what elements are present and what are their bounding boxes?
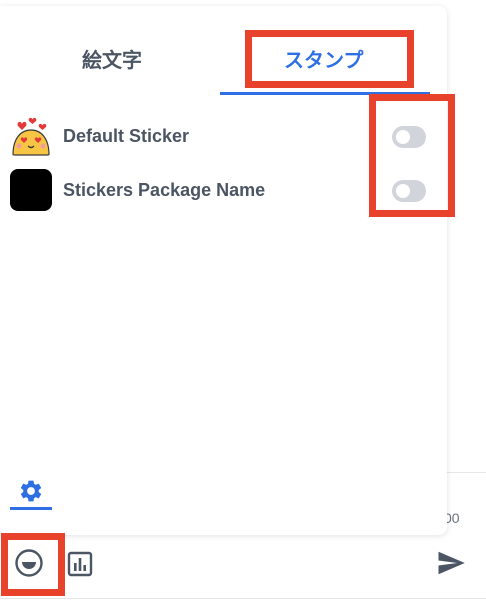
default-sticker-thumbnail	[10, 114, 52, 156]
gear-icon	[20, 480, 42, 502]
sticker-package-thumbnail	[10, 169, 52, 211]
tab-stamp[interactable]: スタンプ	[284, 44, 363, 73]
send-icon	[438, 551, 465, 575]
emoji-button[interactable]	[14, 548, 44, 578]
sticker-package-name: Stickers Package Name	[63, 180, 266, 200]
default-sticker-toggle[interactable]	[392, 126, 426, 148]
sticker-picker-panel: 絵文字 スタンプ Default Sticker Stickers Packag…	[0, 6, 447, 535]
stickers-package-toggle[interactable]	[392, 180, 426, 202]
active-tab-indicator	[220, 92, 430, 95]
picker-tabs: 絵文字 スタンプ	[0, 6, 447, 96]
toggle-knob	[396, 184, 410, 198]
bar-chart-icon	[67, 551, 93, 577]
sticker-package-row: Default Sticker	[10, 112, 440, 156]
chat-divider	[447, 472, 486, 473]
composer-bottom-border	[0, 598, 486, 599]
sticker-package-row: Stickers Package Name	[10, 166, 440, 211]
settings-tab-indicator	[10, 507, 52, 510]
toggle-knob	[396, 130, 410, 144]
sticker-picker-screen: 00 絵文字 スタンプ Default Sticker Stickers Pac…	[0, 0, 486, 615]
sticker-package-name: Default Sticker	[63, 126, 190, 146]
send-button[interactable]	[436, 548, 466, 578]
smile-icon	[15, 549, 43, 577]
poll-button[interactable]	[66, 550, 94, 578]
tab-emoji[interactable]: 絵文字	[82, 44, 142, 73]
